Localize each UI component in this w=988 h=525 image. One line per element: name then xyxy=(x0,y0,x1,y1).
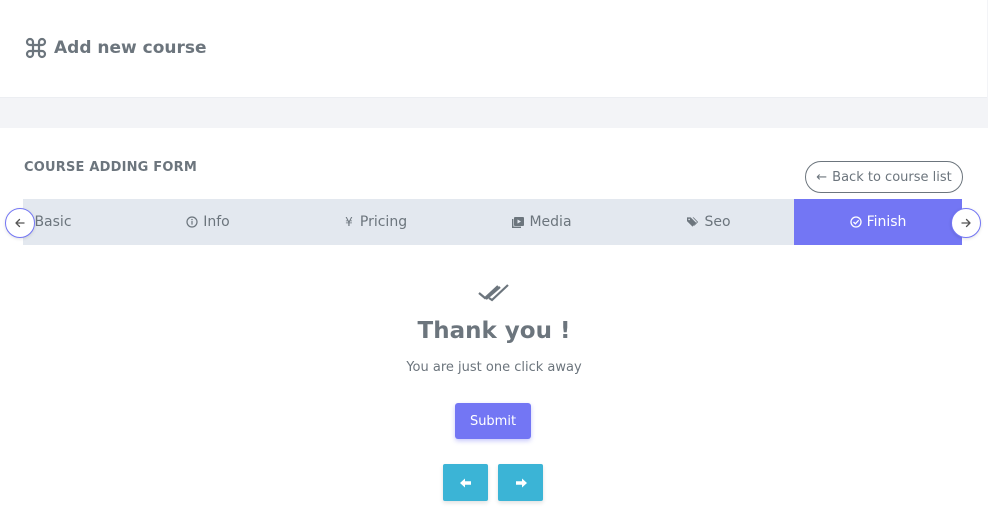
tags-icon xyxy=(687,216,699,228)
tab-seo-label: Seo xyxy=(704,214,731,230)
tab-pricing-label: Pricing xyxy=(359,214,408,230)
tab-seo[interactable]: Seo xyxy=(644,199,774,245)
back-button-label: Back to course list xyxy=(832,169,952,185)
tab-media-label: Media xyxy=(529,214,572,230)
check-circle-icon xyxy=(849,216,862,228)
arrow-right-icon xyxy=(515,478,527,487)
form-title: COURSE ADDING FORM xyxy=(24,160,197,175)
page-header: Add new course xyxy=(0,0,987,98)
scroll-tabs-right-button[interactable] xyxy=(951,208,981,238)
tab-pricing[interactable]: ¥ Pricing xyxy=(310,199,440,245)
form-steps-tabs: Basic Info ¥ Pricing Media Seo Finish xyxy=(23,199,962,245)
tab-info[interactable]: Info xyxy=(143,199,273,245)
arrow-right-icon xyxy=(961,218,971,228)
double-check-icon xyxy=(478,284,509,302)
tab-finish[interactable]: Finish xyxy=(794,199,962,245)
arrow-left-icon: ← xyxy=(816,169,828,185)
previous-step-button[interactable] xyxy=(443,464,488,501)
back-to-course-list-button[interactable]: ← Back to course list xyxy=(805,161,963,193)
arrow-left-icon xyxy=(459,478,471,487)
play-media-icon xyxy=(512,216,525,228)
yen-icon: ¥ xyxy=(345,215,353,229)
finish-message: You are just one click away xyxy=(406,360,582,375)
course-form-card: COURSE ADDING FORM ← Back to course list… xyxy=(0,128,988,525)
scroll-tabs-left-button[interactable] xyxy=(5,208,35,238)
page-title: Add new course xyxy=(24,36,207,60)
page-title-text: Add new course xyxy=(54,38,207,58)
info-circle-icon xyxy=(186,216,198,228)
thank-you-heading: Thank you ! xyxy=(417,318,571,344)
arrow-left-icon xyxy=(15,218,25,228)
tab-basic-label: Basic xyxy=(34,214,72,230)
tab-finish-label: Finish xyxy=(866,214,907,230)
next-step-button[interactable] xyxy=(498,464,543,501)
submit-button[interactable]: Submit xyxy=(455,403,531,439)
tab-media[interactable]: Media xyxy=(477,199,607,245)
page: Add new course COURSE ADDING FORM ← Back… xyxy=(0,0,988,525)
command-icon xyxy=(24,36,48,60)
tab-info-label: Info xyxy=(203,214,230,230)
